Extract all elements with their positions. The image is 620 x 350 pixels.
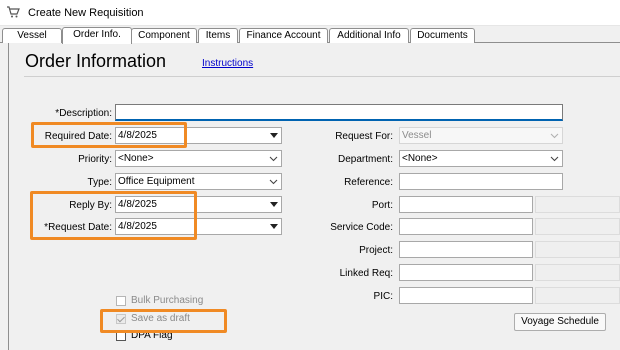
service-code-label: Service Code:: [330, 222, 393, 233]
reply-request-dates-highlight: [30, 191, 197, 240]
chevron-down-icon[interactable]: [269, 131, 279, 140]
linked-req-label: Linked Req:: [339, 268, 393, 279]
type-value: Office Equipment: [118, 176, 195, 187]
chevron-down-icon: [550, 156, 559, 162]
tab-strip: Vessel Order Info. Component Items Finan…: [0, 27, 620, 44]
description-label: *Description:: [55, 108, 112, 119]
department-select[interactable]: <None>: [399, 150, 563, 167]
tab-items[interactable]: Items: [198, 28, 238, 43]
chevron-down-icon[interactable]: [269, 200, 279, 209]
chevron-down-icon[interactable]: [269, 222, 279, 231]
window-title: Create New Requisition: [28, 7, 144, 19]
voyage-schedule-button[interactable]: Voyage Schedule: [514, 313, 606, 331]
pic-label: PIC:: [373, 291, 393, 302]
linked-req-display: [535, 264, 620, 281]
service-code-display: [535, 218, 620, 235]
divider: [24, 76, 620, 77]
priority-label: Priority:: [78, 154, 112, 165]
pic-display: [535, 287, 620, 304]
title-bar: Create New Requisition: [0, 0, 620, 26]
project-display: [535, 241, 620, 258]
tab-finance-account[interactable]: Finance Account: [239, 28, 328, 43]
cart-icon: [6, 6, 20, 21]
chevron-down-icon: [269, 156, 278, 162]
tab-component[interactable]: Component: [131, 28, 197, 43]
request-for-label: Request For:: [335, 131, 393, 142]
priority-value: <None>: [118, 153, 154, 164]
type-select[interactable]: Office Equipment: [115, 173, 282, 190]
bulk-purchasing-checkbox[interactable]: [116, 295, 126, 306]
description-input[interactable]: [115, 104, 563, 121]
request-for-value: Vessel: [402, 130, 432, 141]
tab-vessel[interactable]: Vessel: [2, 28, 62, 43]
requisition-window: Create New Requisition Vessel Order Info…: [0, 0, 620, 350]
save-as-draft-highlight: [100, 309, 227, 333]
chevron-down-icon: [269, 179, 278, 185]
tab-order-info[interactable]: Order Info.: [62, 27, 132, 44]
port-name-display: [535, 196, 620, 213]
port-label: Port:: [371, 200, 393, 211]
bulk-purchasing-row[interactable]: Bulk Purchasing: [116, 295, 203, 306]
pic-input[interactable]: [399, 287, 533, 304]
instructions-link[interactable]: Instructions: [202, 58, 253, 69]
reference-input[interactable]: [399, 173, 563, 190]
chevron-down-icon: [550, 133, 559, 139]
port-input[interactable]: [399, 196, 533, 213]
type-label: Type:: [87, 177, 112, 188]
linked-req-input[interactable]: [399, 264, 533, 281]
page-title: Order Information: [25, 51, 167, 71]
reference-label: Reference:: [344, 177, 393, 188]
tab-additional-info[interactable]: Additional Info: [329, 28, 409, 43]
tab-documents[interactable]: Documents: [410, 28, 475, 43]
project-label: Project:: [359, 245, 393, 256]
department-label: Department:: [337, 154, 393, 165]
project-input[interactable]: [399, 241, 533, 258]
service-code-input[interactable]: [399, 218, 533, 235]
priority-select[interactable]: <None>: [115, 150, 282, 167]
department-value: <None>: [402, 153, 438, 164]
bulk-purchasing-label: Bulk Purchasing: [131, 295, 204, 306]
request-for-select[interactable]: Vessel: [399, 127, 563, 144]
required-date-highlight: [31, 122, 187, 148]
